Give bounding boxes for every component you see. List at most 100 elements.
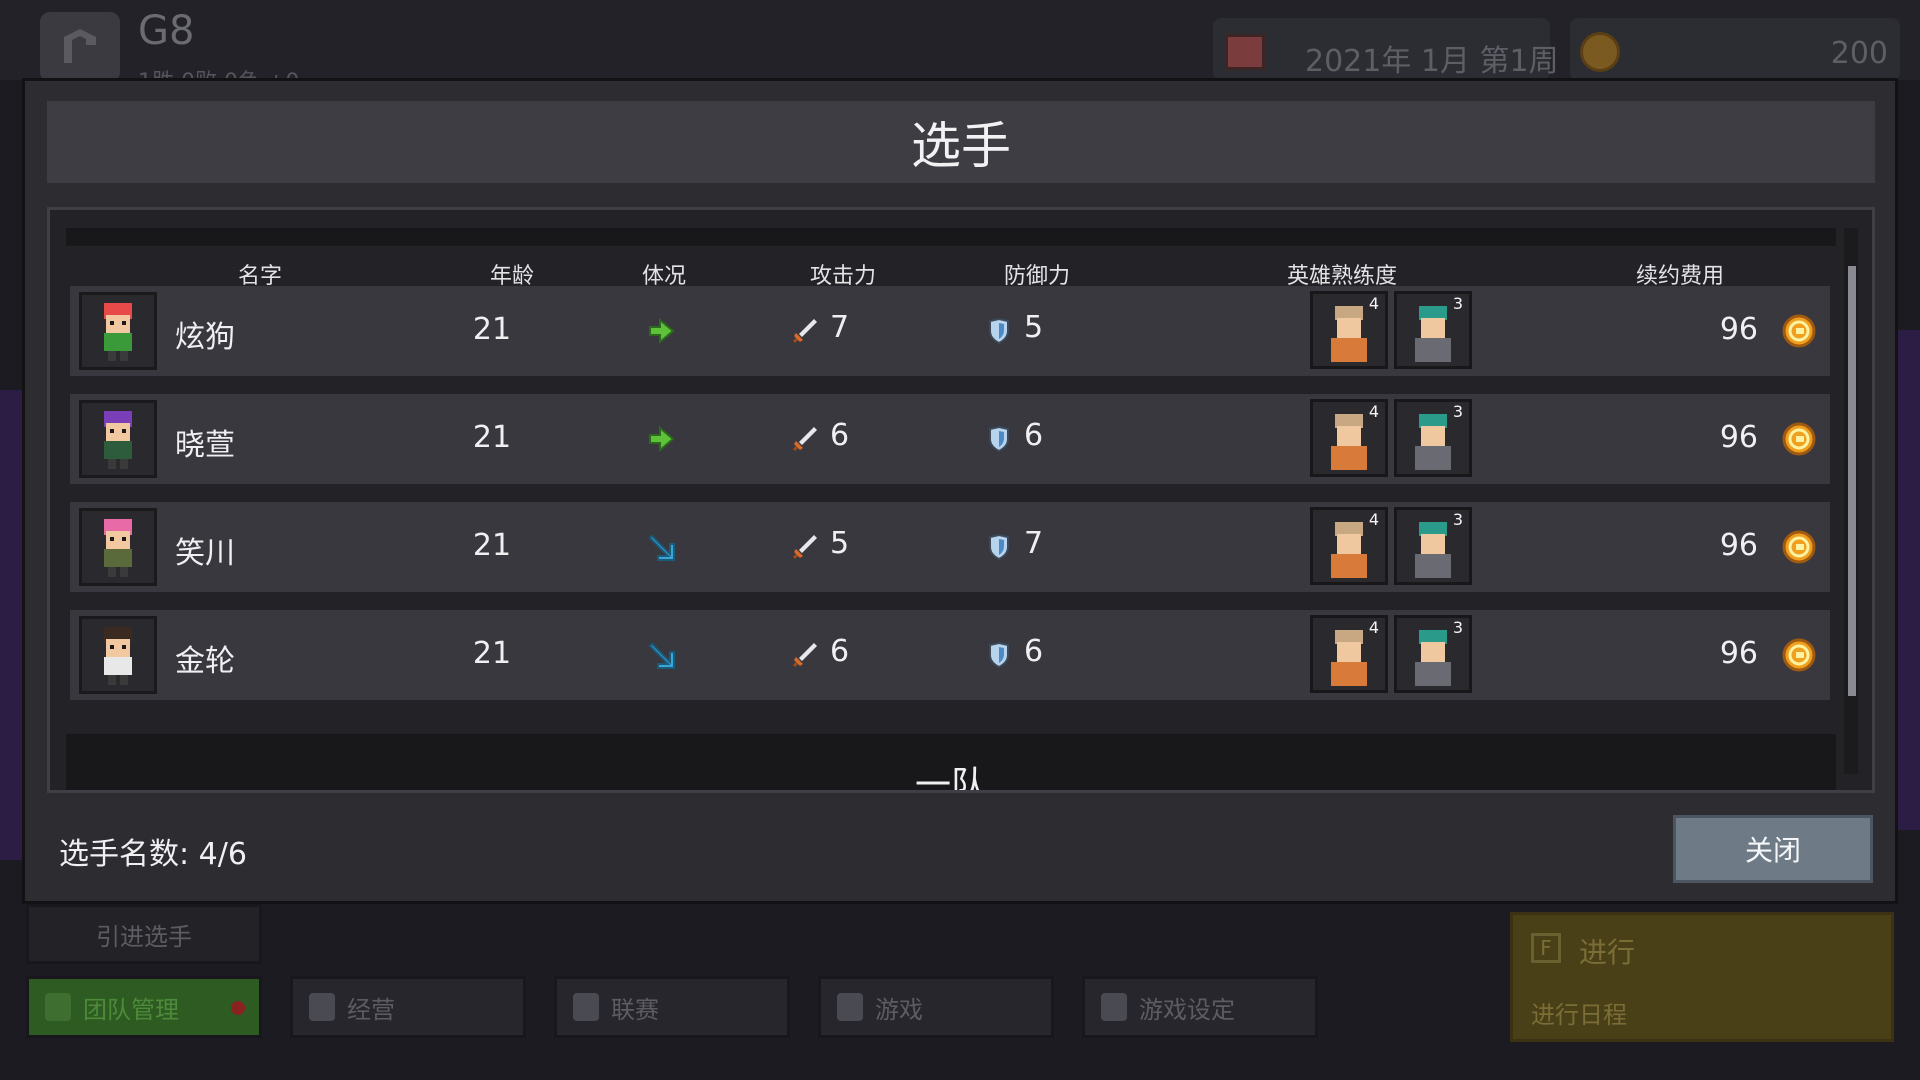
player-defense: 6 xyxy=(1024,634,1044,669)
group-header: 一队 xyxy=(66,734,1836,793)
hero-portrait-1[interactable]: 4 xyxy=(1310,615,1388,693)
nav-settings-label: 游戏设定 xyxy=(1139,995,1235,1024)
player-age: 21 xyxy=(472,636,512,671)
player-portrait xyxy=(79,508,157,586)
trophy-icon xyxy=(573,993,599,1021)
player-portrait xyxy=(79,292,157,370)
player-portrait xyxy=(79,616,157,694)
proceed-button[interactable]: F 进行 进行日程 xyxy=(1510,912,1894,1042)
condition-down-right-arrow-icon xyxy=(646,532,676,562)
nav-team-management[interactable]: 团队管理 xyxy=(26,976,262,1038)
player-attack: 5 xyxy=(830,526,850,561)
hero-level: 3 xyxy=(1452,294,1463,313)
player-row[interactable]: 金轮 21 6 6 4 3 96 xyxy=(70,610,1830,700)
player-age: 21 xyxy=(472,312,512,347)
hero-level: 4 xyxy=(1368,294,1379,313)
background-right-panel xyxy=(1896,330,1920,830)
hero-level: 4 xyxy=(1368,402,1379,421)
coin-icon xyxy=(1580,32,1620,72)
money-amount: 200 xyxy=(1830,36,1888,71)
player-attack: 7 xyxy=(830,310,850,345)
date-text: 2021年 1月 第1周 xyxy=(1305,44,1559,79)
hero-level: 4 xyxy=(1368,510,1379,529)
hero-portrait-2[interactable]: 3 xyxy=(1394,399,1472,477)
player-defense: 5 xyxy=(1024,310,1044,345)
recruit-player-button[interactable]: 引进选手 xyxy=(26,904,262,964)
team-logo xyxy=(40,12,120,82)
renewal-fee: 96 xyxy=(1719,312,1758,347)
shield-icon xyxy=(984,424,1014,454)
player-name: 金轮 xyxy=(175,644,235,679)
coin-icon xyxy=(1782,530,1816,564)
document-icon xyxy=(309,993,335,1021)
scrollbar-thumb[interactable] xyxy=(1848,266,1856,696)
player-row[interactable]: 笑川 21 5 7 4 3 96 xyxy=(70,502,1830,592)
hero-portrait-1[interactable]: 4 xyxy=(1310,507,1388,585)
notification-dot xyxy=(231,1001,245,1015)
shield-icon xyxy=(45,993,71,1021)
hero-portrait-1[interactable]: 4 xyxy=(1310,291,1388,369)
close-button[interactable]: 关闭 xyxy=(1673,815,1873,883)
group-label: 一队 xyxy=(914,765,987,793)
coin-icon xyxy=(1782,314,1816,348)
sword-icon xyxy=(790,316,820,346)
nav-league-label: 联赛 xyxy=(611,995,659,1024)
hero-portrait-2[interactable]: 3 xyxy=(1394,615,1472,693)
player-defense: 7 xyxy=(1024,526,1044,561)
proceed-title: 进行 xyxy=(1579,936,1636,969)
player-name: 笑川 xyxy=(175,536,235,571)
recruit-player-label: 引进选手 xyxy=(96,922,192,951)
close-button-label: 关闭 xyxy=(1744,834,1801,867)
team-logo-icon xyxy=(64,29,96,63)
hero-level: 3 xyxy=(1452,618,1463,637)
nav-game[interactable]: 游戏 xyxy=(818,976,1054,1038)
proceed-hotkey: F xyxy=(1531,933,1561,963)
shield-icon xyxy=(984,640,1014,670)
player-portrait xyxy=(79,400,157,478)
nav-operations[interactable]: 经营 xyxy=(290,976,526,1038)
modal-title-bar: 选手 xyxy=(47,101,1875,183)
hero-portrait-1[interactable]: 4 xyxy=(1310,399,1388,477)
player-age: 21 xyxy=(472,420,512,455)
nav-settings[interactable]: 游戏设定 xyxy=(1082,976,1318,1038)
calendar-icon xyxy=(1225,34,1265,70)
team-name: G8 xyxy=(138,8,195,54)
players-modal: 选手 名字 年龄 体况 攻击力 防御力 英雄熟练度 续约费用 炫狗 21 7 5 4 3 9… xyxy=(22,78,1898,904)
hero-portrait-2[interactable]: 3 xyxy=(1394,291,1472,369)
gamepad-icon xyxy=(837,993,863,1021)
player-row[interactable]: 炫狗 21 7 5 4 3 96 xyxy=(70,286,1830,376)
nav-league[interactable]: 联赛 xyxy=(554,976,790,1038)
hero-portrait-2[interactable]: 3 xyxy=(1394,507,1472,585)
modal-title: 选手 xyxy=(911,117,1011,175)
gear-icon xyxy=(1101,993,1127,1021)
date-display: 2021年 1月 第1周 xyxy=(1213,18,1559,80)
condition-right-arrow-icon xyxy=(646,316,676,346)
renewal-fee: 96 xyxy=(1719,420,1758,455)
player-attack: 6 xyxy=(830,634,850,669)
nav-game-label: 游戏 xyxy=(875,995,923,1024)
shield-icon xyxy=(984,316,1014,346)
coin-icon xyxy=(1782,422,1816,456)
condition-down-right-arrow-icon xyxy=(646,640,676,670)
nav-team-management-label: 团队管理 xyxy=(83,995,179,1024)
player-attack: 6 xyxy=(830,418,850,453)
renewal-fee: 96 xyxy=(1719,528,1758,563)
proceed-subtitle: 进行日程 xyxy=(1531,1001,1627,1029)
sword-icon xyxy=(790,532,820,562)
player-row[interactable]: 晓萱 21 6 6 4 3 96 xyxy=(70,394,1830,484)
player-defense: 6 xyxy=(1024,418,1044,453)
sword-icon xyxy=(790,424,820,454)
hero-level: 3 xyxy=(1452,510,1463,529)
player-count: 选手名数: 4/6 xyxy=(59,837,247,872)
hero-level: 4 xyxy=(1368,618,1379,637)
shield-icon xyxy=(984,532,1014,562)
hero-level: 3 xyxy=(1452,402,1463,421)
player-name: 炫狗 xyxy=(175,320,235,355)
list-top-divider xyxy=(66,228,1836,246)
renewal-fee: 96 xyxy=(1719,636,1758,671)
player-age: 21 xyxy=(472,528,512,563)
nav-operations-label: 经营 xyxy=(347,995,395,1024)
money-display: 200 xyxy=(1570,18,1900,80)
background-left-panel xyxy=(0,390,22,860)
condition-right-arrow-icon xyxy=(646,424,676,454)
